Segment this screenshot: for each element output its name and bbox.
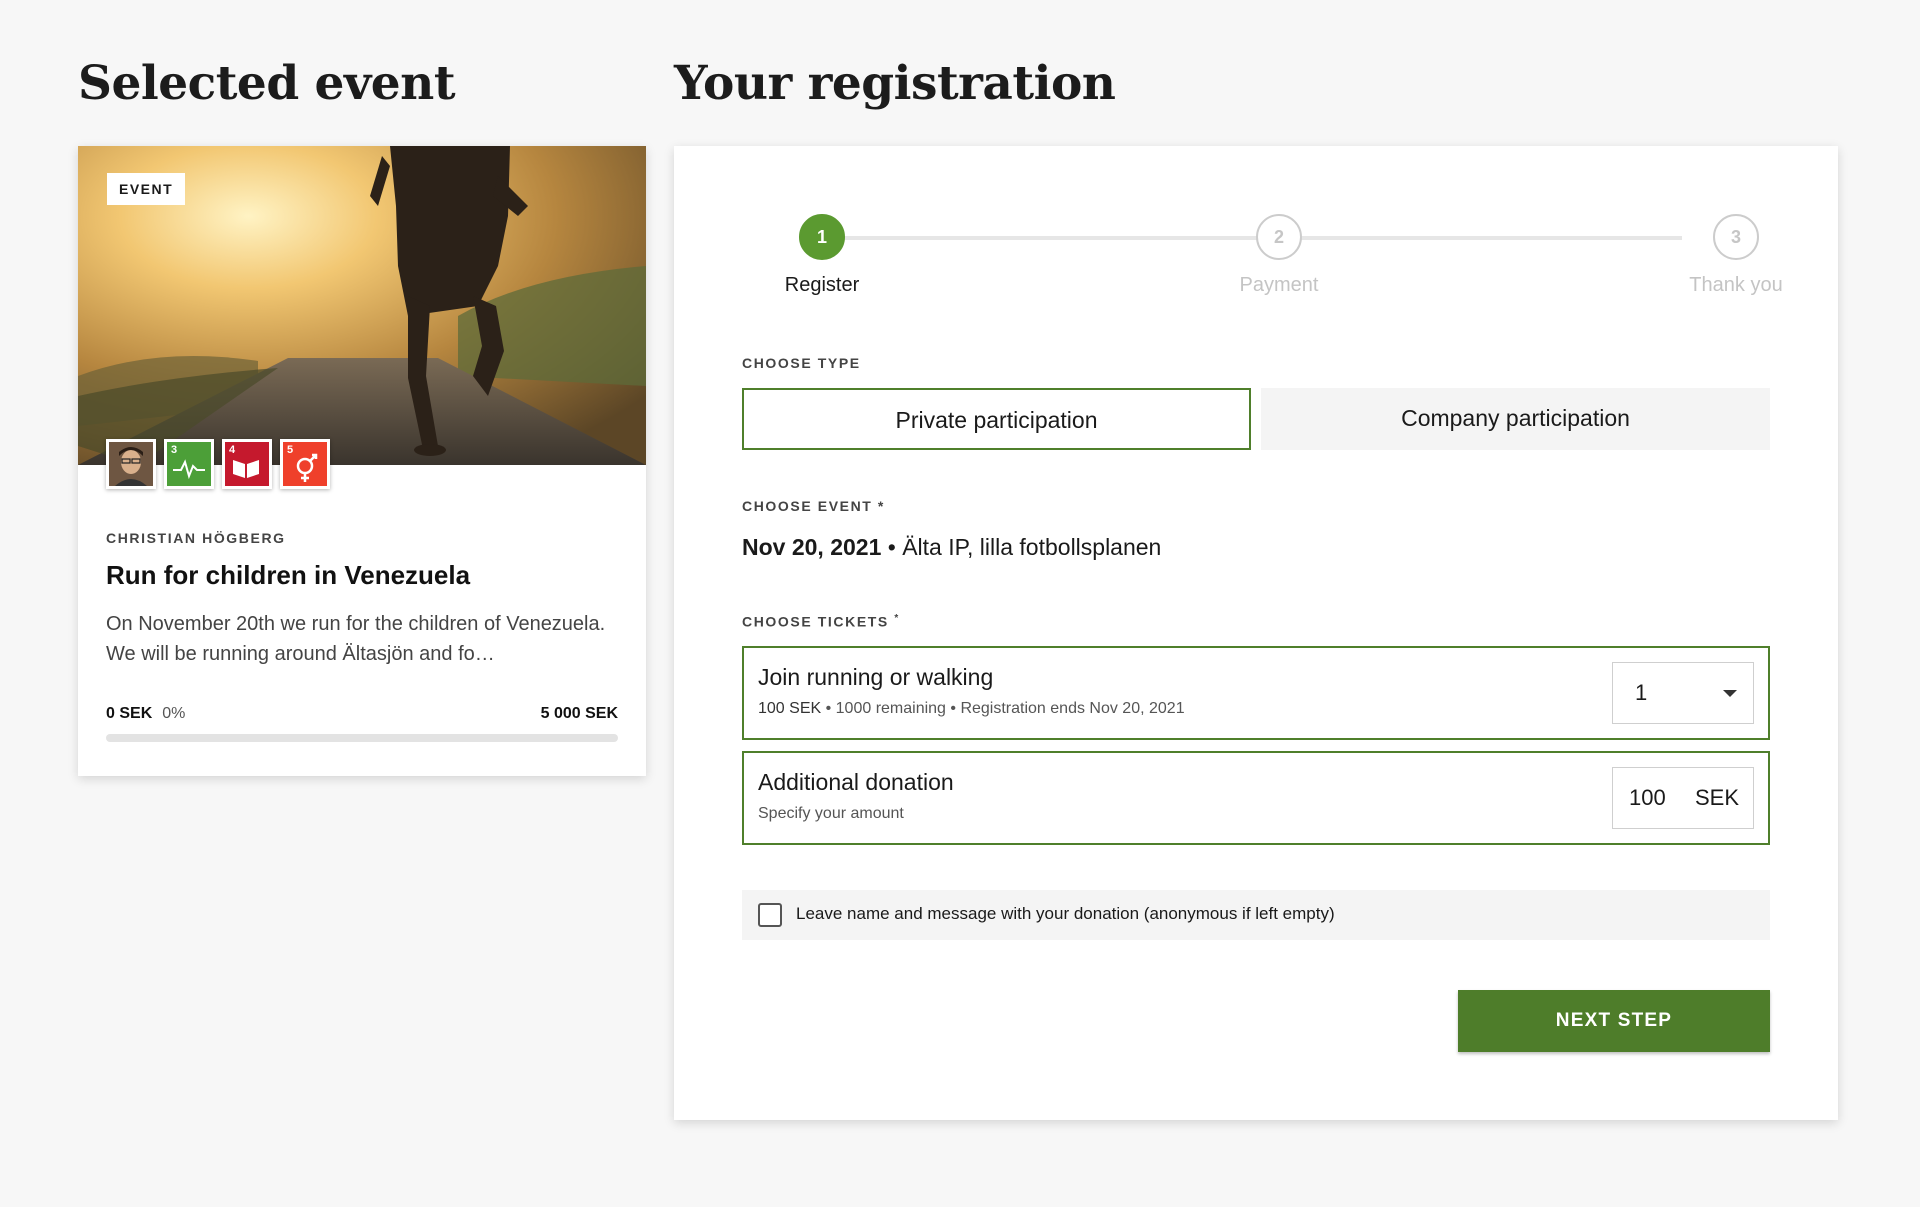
ticket-details: 100 SEK • 1000 remaining • Registration … [758,700,1185,718]
step-3-label: Thank you [1689,274,1783,296]
required-mark: * [894,613,900,624]
donation-option: Additional donation Specify your amount … [742,751,1770,845]
ticket-title: Join running or walking [758,664,994,690]
step-3-circle: 3 [1713,214,1759,260]
company-participation-option[interactable]: Company participation [1261,388,1770,450]
event-title[interactable]: Run for children in Venezuela [106,560,470,591]
donation-currency: SEK [1694,785,1739,810]
registration-stepper: 1 Register 2 Payment 3 Thank you [742,214,1783,304]
choose-tickets-text: CHOOSE TICKETS [742,613,889,630]
anonymous-option-row[interactable]: Leave name and message with your donatio… [742,890,1770,940]
goal-amount: 5 000 SEK [540,705,618,722]
ticket-quantity-value: 1 [1635,680,1648,705]
next-step-button[interactable]: NEXT STEP [1458,990,1770,1052]
event-location: Älta IP, lilla fotbollsplanen [902,534,1162,560]
ticket-price: 100 SEK [758,700,822,717]
choose-type-label: CHOOSE TYPE [742,355,861,371]
ticket-option: Join running or walking 100 SEK • 1000 r… [742,646,1770,740]
step-2-circle: 2 [1256,214,1302,260]
ticket-info: • 1000 remaining • Registration ends Nov… [825,700,1185,717]
registration-panel: 1 Register 2 Payment 3 Thank you CHOOSE … [674,146,1838,1120]
donation-amount-input[interactable]: 100 SEK [1612,767,1754,829]
sdg-4-education-icon: 4 [222,439,272,489]
selected-event-value: Nov 20, 2021 • Älta IP, lilla fotbollspl… [742,534,1161,561]
organizer-avatar-icon [106,439,156,489]
event-date: Nov 20, 2021 [742,534,882,560]
step-1-circle: 1 [799,214,845,260]
sdg-3-health-icon: 3 [164,439,214,489]
event-tag: EVENT [107,173,186,205]
badge-row: 3 4 5 [106,439,330,489]
event-separator: • [887,534,896,560]
anonymous-label: Leave name and message with your donatio… [796,904,1335,923]
choose-tickets-label: CHOOSE TICKETS * [742,613,900,630]
event-card[interactable]: EVENT 3 4 5 CHRISTIAN HÖGBERG Run for ch… [78,146,646,776]
selected-event-heading: Selected event [78,56,456,111]
fundraising-progress-bar [106,734,618,742]
raised-percent: 0% [162,705,186,722]
private-participation-option[interactable]: Private participation [742,388,1251,450]
step-payment: 2 Payment [1199,214,1359,297]
event-description: On November 20th we run for the children… [106,613,606,665]
event-organizer: CHRISTIAN HÖGBERG [106,530,286,546]
step-register: 1 Register [742,214,902,297]
step-thank-you: 3 Thank you [1656,214,1816,297]
raised-amount: 0 SEK 0% [106,705,185,723]
anonymous-checkbox[interactable] [758,903,782,927]
step-1-label: Register [784,274,860,296]
step-2-label: Payment [1239,274,1319,296]
sdg-5-gender-equality-icon: 5 [280,439,330,489]
chevron-down-icon [1723,690,1737,697]
raised-value: 0 SEK [106,705,153,722]
donation-subtitle: Specify your amount [758,805,904,822]
choose-event-label: CHOOSE EVENT * [742,498,885,514]
your-registration-heading: Your registration [674,56,1116,111]
donation-title: Additional donation [758,769,954,795]
donation-amount-value: 100 [1629,785,1666,810]
ticket-quantity-select[interactable]: 1 [1612,662,1754,724]
